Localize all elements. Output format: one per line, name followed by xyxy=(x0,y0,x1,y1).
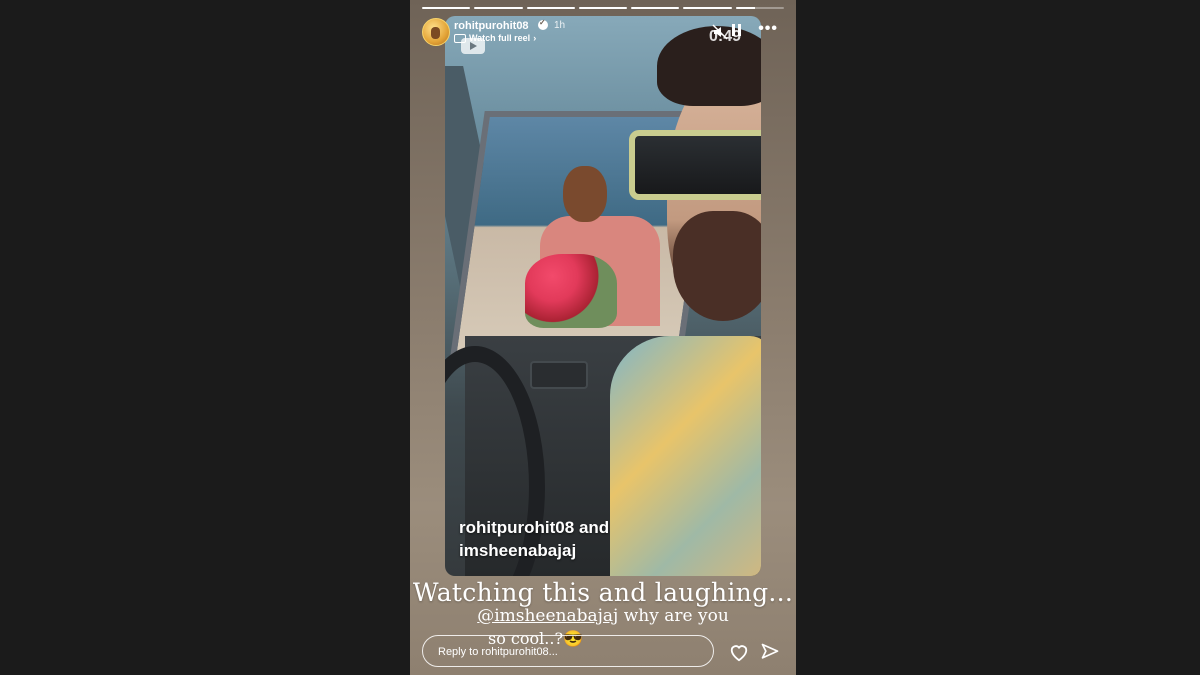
progress-segment xyxy=(578,7,628,9)
chevron-right-icon: › xyxy=(533,33,537,43)
progress-segment xyxy=(683,7,732,9)
avatar[interactable] xyxy=(422,18,450,46)
reel-video[interactable]: 0:49 rohitpurohit08 and imsheenabajaj xyxy=(445,16,761,576)
verified-icon xyxy=(538,18,548,30)
mention-link[interactable]: @imsheenabajaj xyxy=(477,606,618,626)
video-caption-line2: imsheenabajaj xyxy=(459,541,577,560)
heart-icon[interactable] xyxy=(728,642,750,662)
man-shirt xyxy=(610,336,761,576)
reply-placeholder: Reply to rohitpurohit08... xyxy=(438,646,558,658)
progress-segment xyxy=(422,7,471,9)
watch-full-reel-label: Watch full reel xyxy=(469,33,531,43)
reel-camera-icon xyxy=(454,33,466,43)
story-header: rohitpurohit08 1h Watch full reel › ••• xyxy=(422,16,784,50)
watch-full-reel-link[interactable]: Watch full reel › xyxy=(454,33,536,43)
story-overlay-line2: @imsheenabajaj why are you xyxy=(410,606,796,626)
progress-segment xyxy=(631,7,680,9)
story-viewer: 0:49 rohitpurohit08 and imsheenabajaj ro… xyxy=(410,0,796,675)
pause-icon[interactable] xyxy=(732,24,742,36)
send-icon[interactable] xyxy=(760,642,780,662)
sunglasses xyxy=(629,130,761,200)
vendor-head xyxy=(563,166,607,222)
overlay-line2-text: why are you xyxy=(618,606,729,626)
video-caption: rohitpurohit08 and imsheenabajaj xyxy=(459,516,609,562)
more-icon[interactable]: ••• xyxy=(758,20,778,38)
story-progress-bar xyxy=(422,7,784,10)
mute-icon[interactable] xyxy=(712,24,728,40)
door-handle xyxy=(530,361,588,389)
video-caption-line1: rohitpurohit08 and xyxy=(459,518,610,537)
progress-segment xyxy=(735,7,784,9)
story-overlay-title: Watching this and laughing... xyxy=(412,578,794,607)
progress-segment xyxy=(474,7,523,9)
progress-segment xyxy=(526,7,575,9)
time-ago: 1h xyxy=(554,20,566,31)
reply-input[interactable]: Reply to rohitpurohit08... xyxy=(422,635,714,667)
flower-bouquet xyxy=(525,254,617,328)
username[interactable]: rohitpurohit08 xyxy=(454,20,529,32)
